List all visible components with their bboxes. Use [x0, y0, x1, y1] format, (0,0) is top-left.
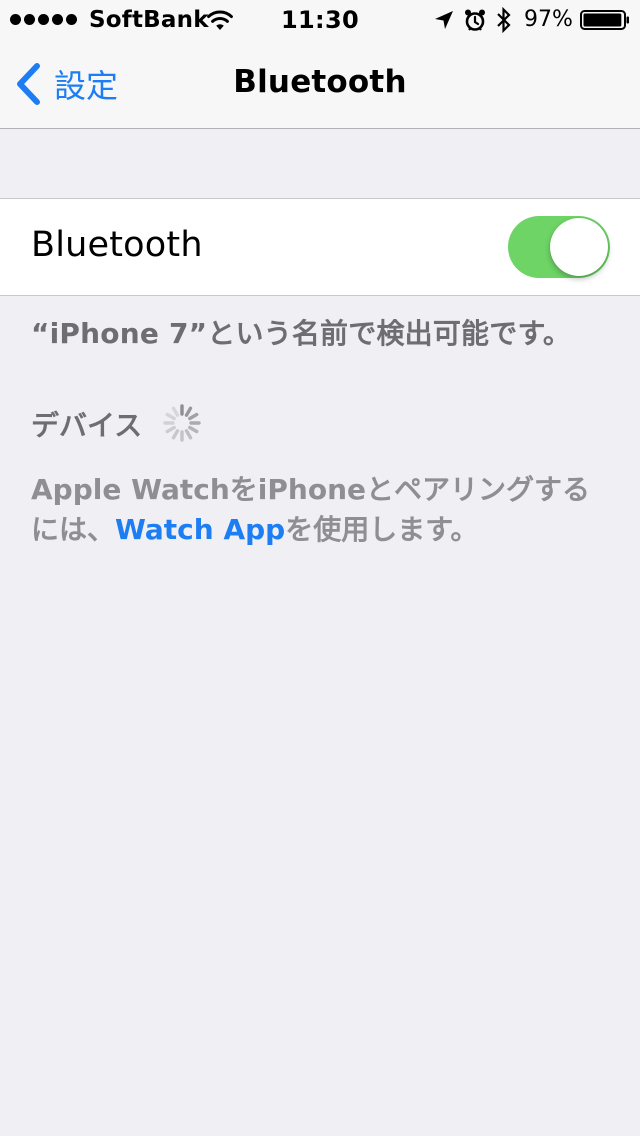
pairing-note-text-end: を使用します。 [285, 513, 479, 546]
discoverable-status-text: “iPhone 7”という名前で検出可能です。 [31, 317, 572, 350]
devices-section-header: デバイス [31, 409, 143, 442]
battery-icon [580, 10, 629, 30]
loading-spinner-icon [163, 404, 201, 442]
status-bar: SoftBank 11:30 97% [0, 0, 640, 40]
watch-app-link[interactable]: Watch App [115, 513, 285, 546]
bluetooth-toggle-switch[interactable] [508, 216, 610, 278]
bluetooth-icon [497, 7, 511, 33]
navigation-bar: 設定 Bluetooth [0, 40, 640, 129]
alarm-clock-icon [465, 9, 485, 31]
bluetooth-toggle-label: Bluetooth [31, 225, 203, 265]
page-title: Bluetooth [233, 64, 407, 100]
battery-percent: 97% [524, 7, 573, 32]
toggle-knob [550, 218, 608, 276]
location-arrow-icon [435, 11, 453, 29]
apple-watch-pairing-note: Apple WatchをiPhoneとペアリングするには、Watch Appを使… [31, 470, 611, 550]
bluetooth-toggle-row: Bluetooth [0, 198, 640, 296]
